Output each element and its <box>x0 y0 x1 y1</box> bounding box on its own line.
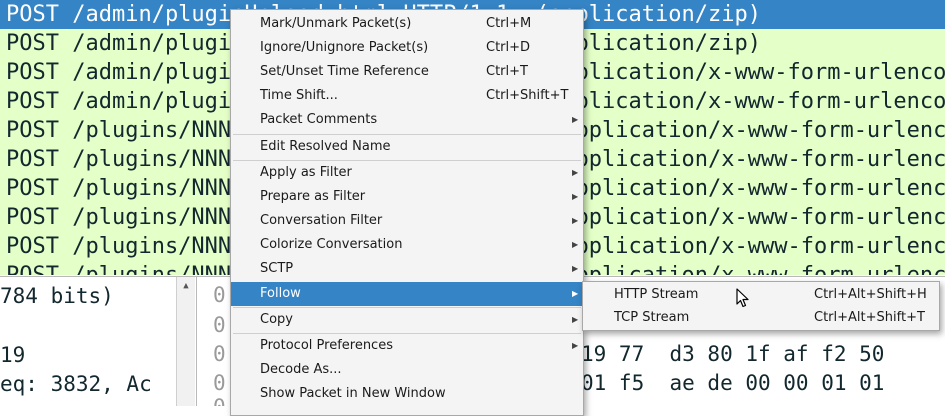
menu-item-label: Time Shift... <box>260 88 338 103</box>
menu-item-label: Copy <box>260 312 293 327</box>
menu-item-label: Set/Unset Time Reference <box>260 64 429 79</box>
context-menu[interactable]: Mark/Unmark Packet(s) Ctrl+M Ignore/Unig… <box>230 9 584 416</box>
menu-item-label: Prepare as Filter <box>260 189 366 204</box>
menu-item-shortcut: Ctrl+Shift+T <box>486 88 569 103</box>
byte-offset: 0 <box>213 283 226 307</box>
menu-item-label: Protocol Preferences <box>260 338 393 353</box>
byte-offset: 0 <box>213 395 226 406</box>
menu-item-prepare-as-filter[interactable]: Prepare as Filter ▶ <box>231 185 583 209</box>
menu-item-follow[interactable]: Follow ▶ <box>231 282 583 306</box>
triangle-right-icon: ▶ <box>572 289 579 298</box>
mouse-pointer-icon <box>736 288 749 308</box>
menu-item-label: Ignore/Unignore Packet(s) <box>260 40 429 55</box>
menu-item-label: Follow <box>260 286 301 301</box>
menu-item-shortcut: Ctrl+T <box>486 64 528 79</box>
byte-offset: 0 <box>213 313 226 337</box>
menu-item-label: HTTP Stream <box>614 287 699 302</box>
menu-item-label: Colorize Conversation <box>260 237 403 252</box>
submenu-item-http-stream[interactable]: HTTP Stream Ctrl+Alt+Shift+H <box>583 283 939 307</box>
menu-item-time-shift[interactable]: Time Shift... Ctrl+Shift+T <box>231 84 583 108</box>
menu-item-time-reference[interactable]: Set/Unset Time Reference Ctrl+T <box>231 60 583 84</box>
triangle-right-icon: ▶ <box>572 341 579 350</box>
menu-item-label: Mark/Unmark Packet(s) <box>260 16 412 31</box>
detail-line[interactable]: 784 bits) <box>0 284 114 308</box>
menu-item-label: Edit Resolved Name <box>260 139 391 154</box>
triangle-right-icon: ▶ <box>572 168 579 177</box>
triangle-right-icon: ▶ <box>572 192 579 201</box>
menu-item-shortcut: Ctrl+D <box>486 40 531 55</box>
menu-item-protocol-preferences[interactable]: Protocol Preferences ▶ <box>231 334 583 358</box>
menu-item-label: Decode As... <box>260 362 342 377</box>
follow-submenu[interactable]: HTTP Stream Ctrl+Alt+Shift+H TCP Stream … <box>582 281 940 331</box>
byte-offset: 0 <box>213 371 226 395</box>
menu-item-packet-comments[interactable]: Packet Comments ▶ <box>231 108 583 132</box>
triangle-up-icon[interactable]: ▲ <box>177 281 195 291</box>
detail-line[interactable]: eq: 3832, Ac <box>0 372 152 396</box>
menu-item-show-packet-new-window[interactable]: Show Packet in New Window <box>231 382 583 406</box>
menu-item-label: Show Packet in New Window <box>260 386 446 401</box>
byte-hex-line[interactable]: 01 f5 ae de 00 00 01 01 <box>581 371 884 395</box>
menu-item-apply-as-filter[interactable]: Apply as Filter ▶ <box>231 161 583 185</box>
menu-item-copy[interactable]: Copy ▶ <box>231 308 583 332</box>
menu-item-shortcut: Ctrl+Alt+Shift+T <box>814 310 925 325</box>
menu-item-label: SCTP <box>260 261 294 276</box>
packet-details-pane[interactable]: 784 bits) 19 eq: 3832, Ac ▲ <box>0 276 196 406</box>
details-scrollbar[interactable]: ▲ <box>176 277 195 406</box>
menu-item-ignore-packet[interactable]: Ignore/Unignore Packet(s) Ctrl+D <box>231 36 583 60</box>
menu-item-colorize-conversation[interactable]: Colorize Conversation ▶ <box>231 233 583 257</box>
byte-offset: 0 <box>213 342 226 366</box>
menu-item-label: TCP Stream <box>614 310 690 325</box>
submenu-item-tcp-stream[interactable]: TCP Stream Ctrl+Alt+Shift+T <box>583 306 939 330</box>
triangle-right-icon: ▶ <box>572 240 579 249</box>
menu-item-edit-resolved-name[interactable]: Edit Resolved Name <box>231 135 583 159</box>
triangle-right-icon: ▶ <box>572 216 579 225</box>
menu-item-mark-packet[interactable]: Mark/Unmark Packet(s) Ctrl+M <box>231 12 583 36</box>
detail-line[interactable]: 19 <box>0 343 25 367</box>
byte-hex-line[interactable]: 19 77 d3 80 1f af f2 50 <box>581 342 884 366</box>
menu-item-label: Packet Comments <box>260 112 378 127</box>
menu-item-decode-as[interactable]: Decode As... <box>231 358 583 382</box>
menu-item-label: Conversation Filter <box>260 213 383 228</box>
triangle-right-icon: ▶ <box>572 115 579 124</box>
menu-item-conversation-filter[interactable]: Conversation Filter ▶ <box>231 209 583 233</box>
triangle-right-icon: ▶ <box>572 315 579 324</box>
triangle-right-icon: ▶ <box>572 264 579 273</box>
menu-item-shortcut: Ctrl+M <box>486 16 532 31</box>
menu-item-shortcut: Ctrl+Alt+Shift+H <box>814 287 927 302</box>
menu-item-sctp[interactable]: SCTP ▶ <box>231 257 583 281</box>
menu-item-label: Apply as Filter <box>260 165 352 180</box>
